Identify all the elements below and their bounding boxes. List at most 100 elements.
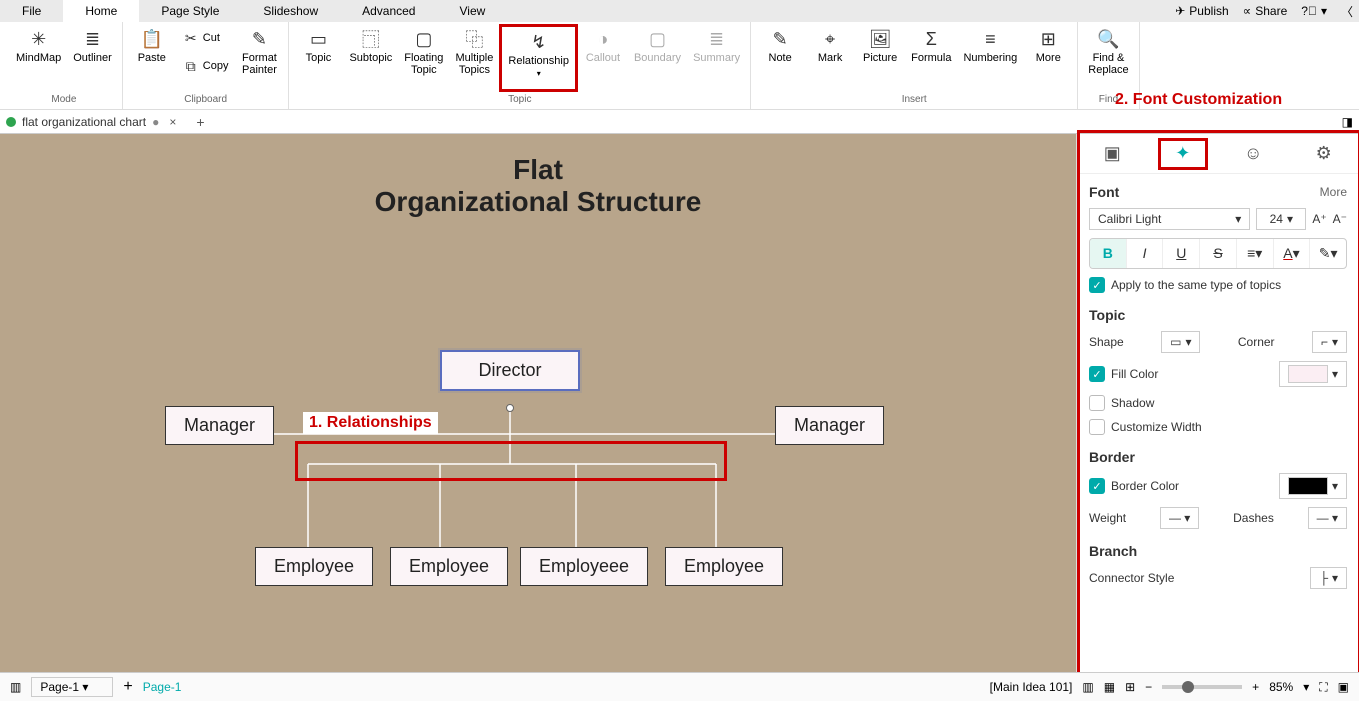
border-color-select[interactable]: ▾: [1279, 473, 1347, 499]
chevron-up-icon: 〈: [1341, 3, 1353, 20]
callout-button[interactable]: ◑Callout: [578, 24, 628, 92]
node-manager-2[interactable]: Manager: [775, 406, 884, 445]
menu-home[interactable]: Home: [63, 0, 139, 22]
formula-button[interactable]: ΣFormula: [905, 24, 957, 92]
chevron-down-icon: ▾: [1321, 4, 1327, 18]
publish-button[interactable]: ✈Publish: [1175, 4, 1228, 18]
ribbon-group-topic: ▭Topic ⿹Subtopic ▢Floating Topic ⿻Multip…: [289, 22, 751, 109]
format-painter-button[interactable]: ✎Format Painter: [234, 24, 284, 92]
note-icon: ✎: [769, 28, 791, 50]
zoom-dropdown-icon[interactable]: ▾: [1303, 680, 1309, 694]
zoom-in-button[interactable]: +: [1252, 680, 1259, 694]
chart-title[interactable]: Flat Organizational Structure: [375, 154, 702, 218]
shape-label: Shape: [1089, 335, 1124, 349]
fill-color-select[interactable]: ▾: [1279, 361, 1347, 387]
underline-button[interactable]: U: [1163, 239, 1200, 268]
topic-button[interactable]: ▭Topic: [293, 24, 343, 92]
apply-same-checkbox[interactable]: ✓ Apply to the same type of topics: [1089, 277, 1347, 293]
panel-tab-settings[interactable]: ⚙: [1299, 138, 1349, 170]
tab-close-button[interactable]: ×: [165, 115, 180, 129]
border-color-checkbox[interactable]: ✓Border Color: [1089, 478, 1179, 494]
fit-button[interactable]: ▣: [1338, 680, 1349, 694]
node-employee-3[interactable]: Employeee: [520, 547, 648, 586]
document-tab[interactable]: flat organizational chart: [22, 115, 146, 129]
view-mode-1-icon[interactable]: ▥: [1082, 680, 1093, 694]
menu-slideshow[interactable]: Slideshow: [241, 0, 340, 22]
check-icon: [1089, 395, 1105, 411]
page-dropdown[interactable]: Page-1 ▾: [31, 677, 113, 697]
menu-view[interactable]: View: [437, 0, 507, 22]
italic-button[interactable]: I: [1127, 239, 1164, 268]
boundary-button[interactable]: ▢Boundary: [628, 24, 687, 92]
panel-tab-style[interactable]: ✦: [1158, 138, 1208, 170]
formula-icon: Σ: [920, 28, 942, 50]
weight-select[interactable]: — ▾: [1160, 507, 1199, 529]
fill-color-checkbox[interactable]: ✓Fill Color: [1089, 366, 1158, 382]
subtopic-button[interactable]: ⿹Subtopic: [343, 24, 398, 92]
panel-tab-emoji[interactable]: ☺: [1228, 138, 1278, 170]
view-mode-2-icon[interactable]: ▦: [1104, 680, 1115, 694]
collapse-ribbon-button[interactable]: 〈: [1341, 3, 1353, 20]
shape-select[interactable]: ▭ ▾: [1161, 331, 1200, 353]
floating-topic-button[interactable]: ▢Floating Topic: [398, 24, 449, 92]
highlight-color-button[interactable]: ✎▾: [1310, 239, 1346, 268]
node-employee-2[interactable]: Employee: [390, 547, 508, 586]
node-manager-1[interactable]: Manager: [165, 406, 274, 445]
section-border-title: Border: [1089, 449, 1135, 465]
numbering-button[interactable]: ≡Numbering: [957, 24, 1023, 92]
summary-button[interactable]: ≣Summary: [687, 24, 746, 92]
outliner-button[interactable]: ≣Outliner: [67, 24, 118, 92]
decrease-font-button[interactable]: A⁻: [1333, 212, 1347, 226]
add-page-button[interactable]: +: [123, 678, 132, 696]
font-color-button[interactable]: A▾: [1274, 239, 1311, 268]
node-handle[interactable]: [506, 404, 514, 412]
multiple-topics-icon: ⿻: [463, 28, 485, 50]
node-employee-1[interactable]: Employee: [255, 547, 373, 586]
connector-style-select[interactable]: ├ ▾: [1310, 567, 1347, 589]
dashes-select[interactable]: — ▾: [1308, 507, 1347, 529]
shadow-checkbox[interactable]: Shadow: [1089, 395, 1347, 411]
font-family-select[interactable]: Calibri Light▾: [1089, 208, 1250, 230]
panel-tab-layout[interactable]: ▣: [1087, 138, 1137, 170]
font-more-link[interactable]: More: [1320, 185, 1347, 199]
page-tab[interactable]: Page-1: [143, 680, 182, 694]
mindmap-button[interactable]: ✳MindMap: [10, 24, 67, 92]
note-button[interactable]: ✎Note: [755, 24, 805, 92]
new-tab-button[interactable]: +: [192, 114, 208, 130]
menu-advanced[interactable]: Advanced: [340, 0, 437, 22]
increase-font-button[interactable]: A⁺: [1312, 212, 1326, 226]
find-replace-button[interactable]: 🔍Find & Replace: [1082, 24, 1134, 92]
align-button[interactable]: ≡▾: [1237, 239, 1274, 268]
bold-button[interactable]: B: [1090, 239, 1127, 268]
help-button[interactable]: ?⃝▾: [1301, 4, 1327, 18]
zoom-value[interactable]: 85%: [1269, 680, 1293, 694]
panel-toggle-button[interactable]: ◨: [1342, 115, 1353, 129]
relationship-button[interactable]: ↯Relationship▾: [499, 24, 578, 92]
zoom-handle[interactable]: [1182, 681, 1194, 693]
fullscreen-button[interactable]: ⛶: [1319, 680, 1327, 695]
multiple-topics-button[interactable]: ⿻Multiple Topics: [449, 24, 499, 92]
weight-label: Weight: [1089, 511, 1126, 525]
copy-button[interactable]: ⧉Copy: [177, 52, 235, 80]
mark-button[interactable]: ⌖Mark: [805, 24, 855, 92]
menu-page-style[interactable]: Page Style: [139, 0, 241, 22]
paste-button[interactable]: 📋Paste: [127, 24, 177, 92]
font-size-select[interactable]: 24▾: [1256, 208, 1306, 230]
corner-select[interactable]: ⌐ ▾: [1312, 331, 1347, 353]
pages-icon[interactable]: ▥: [10, 680, 21, 694]
customize-width-checkbox[interactable]: Customize Width: [1089, 419, 1347, 435]
section-topic: Topic Shape ▭ ▾ Corner ⌐ ▾ ✓Fill Color ▾…: [1089, 307, 1347, 435]
share-button[interactable]: ∝Share: [1243, 4, 1288, 18]
view-mode-3-icon[interactable]: ⊞: [1125, 680, 1135, 694]
strikethrough-button[interactable]: S: [1200, 239, 1237, 268]
more-button[interactable]: ⊞More: [1023, 24, 1073, 92]
node-employee-4[interactable]: Employee: [665, 547, 783, 586]
zoom-slider[interactable]: [1162, 685, 1242, 689]
layout-icon: ▣: [1104, 143, 1121, 164]
node-director[interactable]: Director: [440, 350, 580, 391]
canvas[interactable]: Flat Organizational Structure Director M…: [0, 134, 1076, 672]
menu-file[interactable]: File: [0, 0, 63, 22]
cut-button[interactable]: ✂Cut: [177, 24, 235, 52]
picture-button[interactable]: 🖼Picture: [855, 24, 905, 92]
zoom-out-button[interactable]: −: [1145, 680, 1152, 694]
